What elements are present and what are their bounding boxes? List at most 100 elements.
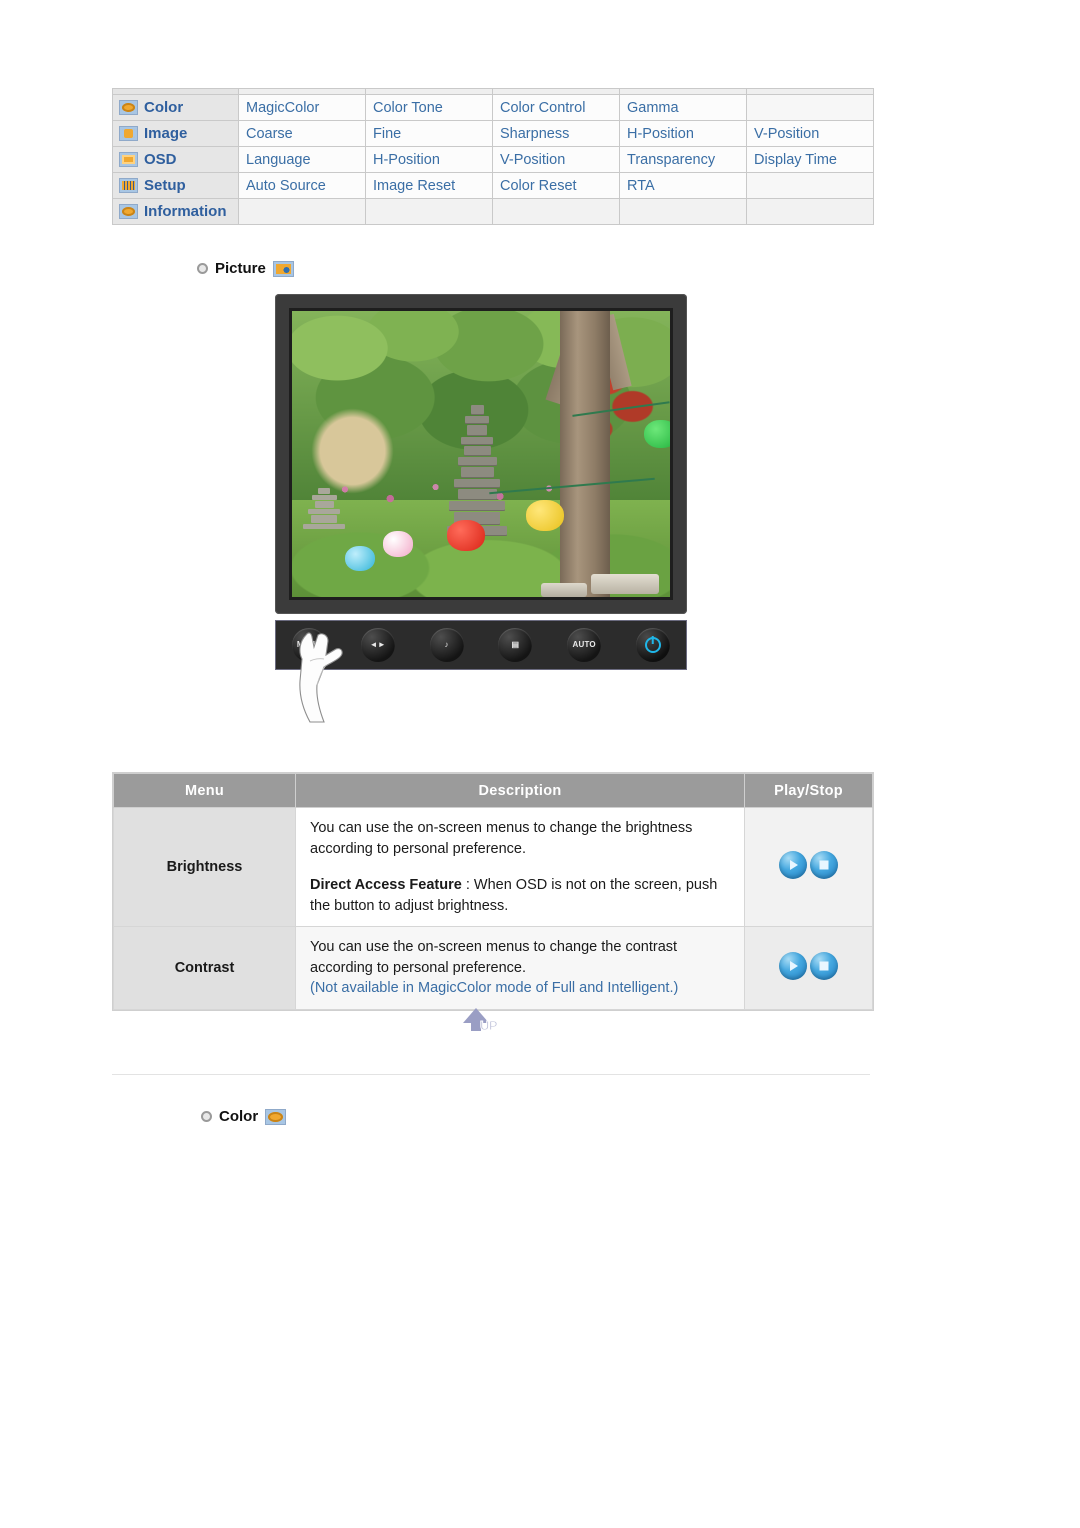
menu-item[interactable]: V-Position xyxy=(493,147,620,173)
red-lantern xyxy=(446,519,485,552)
menu-item[interactable]: Language xyxy=(239,147,366,173)
menu-button[interactable]: MENU xyxy=(292,628,326,662)
power-button[interactable] xyxy=(635,628,670,662)
menu-map-row-image: Image Coarse Fine Sharpness H-Position V… xyxy=(112,121,874,147)
menu-item[interactable]: MagicColor xyxy=(239,95,366,121)
section-divider xyxy=(112,1074,870,1075)
menu-category-label: OSD xyxy=(144,151,177,168)
stone-slab xyxy=(541,582,587,597)
play-icon[interactable] xyxy=(779,851,807,880)
menu-category-image[interactable]: Image xyxy=(112,121,239,147)
information-icon xyxy=(119,204,138,219)
menu-category-color[interactable]: Color xyxy=(112,95,239,121)
scroll-to-top-up-button[interactable]: UP xyxy=(463,1008,509,1040)
description-paragraph: Direct Access Feature : When OSD is not … xyxy=(310,875,730,916)
stone-pagoda xyxy=(446,405,508,536)
description-contrast: You can use the on-screen menus to chang… xyxy=(295,926,745,1011)
menu-item-empty xyxy=(620,199,747,225)
menu-map-row-osd: OSD Language H-Position V-Position Trans… xyxy=(112,147,874,173)
menu-item[interactable]: Fine xyxy=(366,121,493,147)
garden-scene-image xyxy=(292,311,670,597)
auto-button[interactable]: AUTO xyxy=(567,628,602,662)
monitor-screen xyxy=(289,308,673,600)
color-badge-icon xyxy=(265,1108,287,1125)
menu-map-row-color: Color MagicColor Color Tone Color Contro… xyxy=(112,95,874,121)
section-heading-color: Color xyxy=(201,1108,287,1125)
description-table: Menu Description Play/Stop Brightness Yo… xyxy=(113,773,873,1011)
menu-item[interactable]: Coarse xyxy=(239,121,366,147)
column-header-menu: Menu xyxy=(113,773,296,808)
description-table-header-row: Menu Description Play/Stop xyxy=(113,773,873,808)
menu-item-empty xyxy=(366,199,493,225)
menu-item-empty xyxy=(493,199,620,225)
stone-slab xyxy=(590,574,659,595)
osd-menu-map: Color MagicColor Color Tone Color Contro… xyxy=(112,88,874,225)
green-lantern xyxy=(643,419,670,449)
menu-item[interactable]: V-Position xyxy=(747,121,874,147)
menu-category-osd[interactable]: OSD xyxy=(112,147,239,173)
menu-name-contrast: Contrast xyxy=(113,926,296,1011)
yellow-lantern xyxy=(526,499,565,532)
tree-trunk xyxy=(560,311,610,597)
menu-item[interactable]: Auto Source xyxy=(239,173,366,199)
section-heading-picture: Picture xyxy=(197,260,294,277)
sliver-cell xyxy=(112,88,239,95)
osd-menu-map-table: Color MagicColor Color Tone Color Contro… xyxy=(112,88,874,225)
stop-icon[interactable] xyxy=(810,952,838,981)
brightness-down-button[interactable]: ◄► xyxy=(360,628,395,662)
menu-item[interactable]: Color Tone xyxy=(366,95,493,121)
description-brightness: You can use the on-screen menus to chang… xyxy=(295,806,745,928)
description-paragraph: You can use the on-screen menus to chang… xyxy=(310,939,678,976)
play-icon[interactable] xyxy=(779,952,807,981)
brightness-button-glyph: ◄► xyxy=(369,640,386,649)
menu-button-label: MENU xyxy=(296,640,322,649)
menu-item-empty xyxy=(747,173,874,199)
sliver-cell xyxy=(747,88,874,95)
menu-category-label: Information xyxy=(144,203,227,220)
auto-button-label: AUTO xyxy=(572,640,596,649)
menu-item[interactable]: H-Position xyxy=(620,121,747,147)
sliver-cell xyxy=(239,88,366,95)
stop-icon[interactable] xyxy=(810,851,838,880)
menu-item[interactable]: Sharpness xyxy=(493,121,620,147)
menu-item[interactable]: H-Position xyxy=(366,147,493,173)
enter-button-glyph: ▤ xyxy=(511,640,520,649)
menu-category-label: Image xyxy=(144,125,188,142)
column-header-description: Description xyxy=(295,773,745,808)
menu-category-information[interactable]: Information xyxy=(112,199,239,225)
menu-item-empty xyxy=(747,95,874,121)
menu-category-label: Color xyxy=(144,99,184,116)
power-icon xyxy=(644,637,661,653)
bullet-ring-icon xyxy=(201,1111,212,1122)
menu-item[interactable]: Image Reset xyxy=(366,173,493,199)
menu-name-brightness: Brightness xyxy=(113,806,296,928)
color-icon xyxy=(119,100,138,115)
small-stone-pagoda xyxy=(303,488,345,545)
menu-map-top-sliver xyxy=(112,88,874,95)
menu-item[interactable]: Color Control xyxy=(493,95,620,121)
menu-item-empty xyxy=(239,199,366,225)
menu-item[interactable]: Gamma xyxy=(620,95,747,121)
menu-item[interactable]: Transparency xyxy=(620,147,747,173)
section-heading-label: Color xyxy=(219,1108,259,1125)
menu-map-row-setup: Setup Auto Source Image Reset Color Rese… xyxy=(112,173,874,199)
volume-button[interactable]: ♪ xyxy=(429,628,464,662)
menu-item[interactable]: Display Time xyxy=(747,147,874,173)
menu-map-row-information: Information xyxy=(112,199,874,225)
up-button-label: UP xyxy=(479,1018,498,1034)
menu-category-setup[interactable]: Setup xyxy=(112,173,239,199)
enter-button[interactable]: ▤ xyxy=(498,628,533,662)
direct-access-feature-label: Direct Access Feature xyxy=(310,877,462,894)
menu-item[interactable]: RTA xyxy=(620,173,747,199)
menu-category-label: Setup xyxy=(144,177,186,194)
sliver-cell xyxy=(366,88,493,95)
playstop-brightness xyxy=(744,806,873,928)
monitor-control-bar: MENU ◄► ♪ ▤ AUTO xyxy=(275,620,687,723)
volume-button-glyph: ♪ xyxy=(444,640,449,649)
monitor-bezel xyxy=(275,294,687,614)
menu-item[interactable]: Color Reset xyxy=(493,173,620,199)
cyan-lantern xyxy=(344,545,376,572)
table-row: Contrast You can use the on-screen menus… xyxy=(113,926,873,1011)
contrast-availability-note: (Not available in MagicColor mode of Ful… xyxy=(310,980,679,997)
menu-item-empty xyxy=(747,199,874,225)
